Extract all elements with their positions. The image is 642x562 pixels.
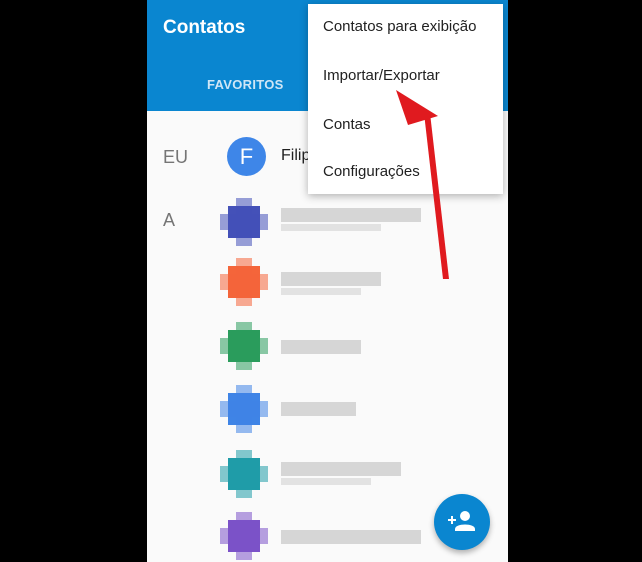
blurred-contact-name[interactable] xyxy=(281,402,356,416)
menu-item-import-export[interactable]: Importar/Exportar xyxy=(323,67,440,84)
blurred-avatar[interactable] xyxy=(220,198,268,246)
blurred-avatar[interactable] xyxy=(220,258,268,306)
blurred-contact-name[interactable] xyxy=(281,272,381,286)
blurred-contact-name[interactable] xyxy=(281,208,421,222)
blurred-contact-detail xyxy=(281,288,361,295)
blurred-contact-detail xyxy=(281,478,371,485)
blurred-contact-name[interactable] xyxy=(281,340,361,354)
avatar[interactable]: F xyxy=(227,137,266,176)
menu-item-display-contacts[interactable]: Contatos para exibição xyxy=(323,18,476,35)
add-person-icon xyxy=(448,511,475,531)
blurred-avatar[interactable] xyxy=(220,450,268,498)
blurred-avatar[interactable] xyxy=(220,512,268,560)
app-title: Contatos xyxy=(163,17,246,38)
blurred-contact-detail xyxy=(281,224,381,231)
blurred-avatar[interactable] xyxy=(220,322,268,370)
blurred-avatar[interactable] xyxy=(220,385,268,433)
contact-name[interactable]: Filip xyxy=(281,147,310,165)
add-contact-button[interactable] xyxy=(434,494,490,550)
blurred-contact-name[interactable] xyxy=(281,530,421,544)
overflow-menu: Contatos para exibição Importar/Exportar… xyxy=(308,4,503,194)
section-label-me: EU xyxy=(163,147,189,167)
section-label-a: A xyxy=(163,210,176,230)
menu-item-settings[interactable]: Configurações xyxy=(323,163,420,180)
tab-favorites[interactable]: FAVORITOS xyxy=(207,77,284,92)
menu-item-accounts[interactable]: Contas xyxy=(323,116,371,133)
blurred-contact-name[interactable] xyxy=(281,462,401,476)
